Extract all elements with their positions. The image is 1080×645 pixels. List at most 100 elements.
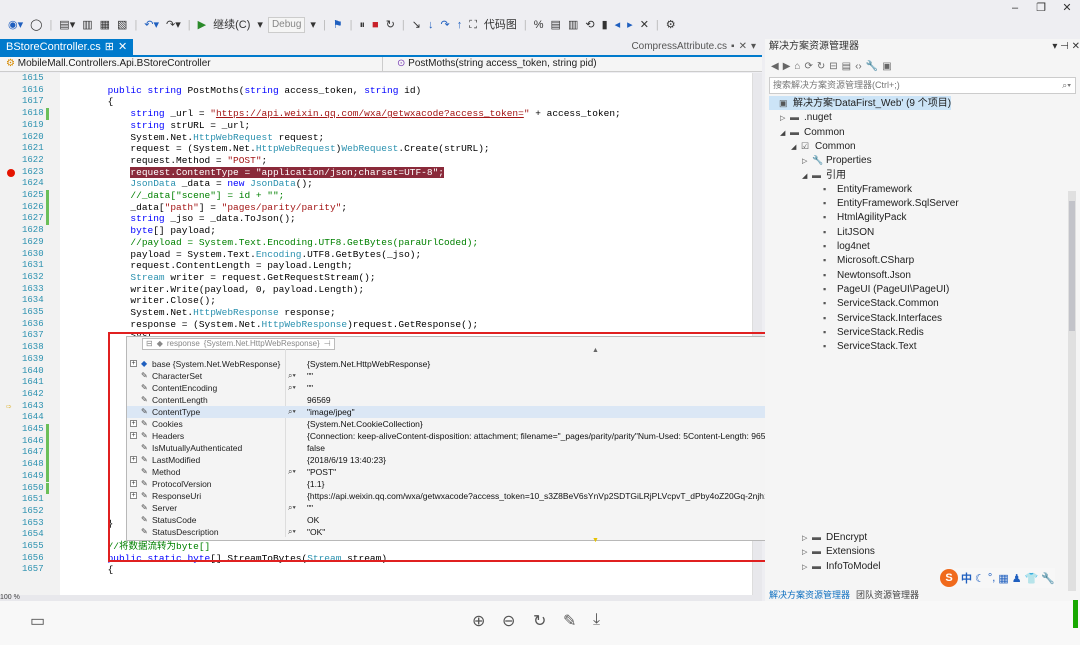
tree-item[interactable]: ▪ Microsoft.CSharp [813,253,914,267]
code-text[interactable]: string _jso = _data.ToJson(); [62,213,295,225]
stop-icon[interactable]: ■ [370,16,381,34]
tree-item[interactable]: ▷ ▬ InfoToModel [802,559,880,573]
sogou-logo-icon[interactable]: S [940,569,958,587]
code-line[interactable]: 1620 System.Net.HttpWebRequest request; [0,132,752,144]
back-nav-icon[interactable]: ◉▾ [6,16,25,34]
tree-item[interactable]: ▪ ServiceStack.Common [813,296,939,310]
prev-bookmark-icon[interactable]: ◂ [613,16,623,34]
tree-item[interactable]: ▷ ▬ Extensions [802,544,875,558]
code-map-button[interactable]: 代码图 [482,16,519,34]
forward-icon[interactable]: ▶ [783,61,791,72]
member-dropdown[interactable]: ⊙ PostMoths(string access_token, string … [383,57,762,71]
comment-icon[interactable]: ▥ [566,16,580,34]
type-dropdown[interactable]: ⚙ MobileMall.Controllers.Api.BStoreContr… [0,57,383,71]
code-line[interactable]: 1635 System.Net.HttpWebResponse response… [0,307,752,319]
tree-item[interactable]: ▪ LitJSON [813,225,874,239]
zoom-out-icon[interactable]: ⊖ [502,611,515,631]
configuration-select[interactable]: Debug [267,17,306,33]
download-icon[interactable]: ⤓ [593,611,600,629]
zoom-in-icon[interactable]: ⊕ [472,611,485,631]
tree-item[interactable]: ▪ EntityFramework.SqlServer [813,196,959,210]
tree-scrollbar[interactable] [1068,191,1076,591]
collapse-all-icon[interactable]: ⊟ [829,61,837,72]
view-code-icon[interactable]: ‹› [855,61,862,72]
user-icon[interactable]: ♟ [1012,572,1022,585]
preview-icon[interactable]: ▣ [882,61,891,72]
code-text[interactable]: //payload = System.Text.Encoding.UTF8.Ge… [62,237,478,249]
code-line[interactable]: 1632 Stream writer = request.GetRequestS… [0,272,752,284]
tree-expander-icon[interactable]: ◢ [791,141,801,155]
tree-item[interactable]: ▪ HtmlAgilityPack [813,210,906,224]
code-line[interactable]: 1624 JsonData _data = new JsonData(); [0,178,752,190]
save-icon[interactable]: ▦ [98,16,112,34]
open-file-icon[interactable]: ▥ [80,16,94,34]
code-text[interactable]: //_data["scene"] = id + ""; [62,190,284,202]
solution-explorer-search[interactable]: 搜索解决方案资源管理器(Ctrl+;) ⌕▾ [769,77,1076,94]
keyboard-icon[interactable]: ▦ [998,572,1008,585]
code-text[interactable]: _data["path"] = "pages/parity/parity"; [62,202,347,214]
tree-item[interactable]: ▪ EntityFramework [813,182,912,196]
uncomment-icon[interactable]: ⟲ [583,16,596,34]
undo-icon[interactable]: ↶▾ [142,16,161,34]
code-text[interactable]: System.Net.HttpWebRequest request; [62,132,324,144]
tree-item[interactable]: ▷ ▬ DEncrypt [802,530,867,544]
punct-icon[interactable]: °, [988,572,995,584]
continue-button[interactable]: 继续(C) [211,16,252,34]
code-line[interactable]: 1622 request.Method = "POST"; [0,155,752,167]
skin-icon[interactable]: 👕 [1025,572,1039,585]
code-text[interactable]: } [62,518,114,530]
code-line[interactable]: 1636 response = (System.Net.HttpWebRespo… [0,319,752,331]
tree-item[interactable]: ▪ PageUI (PageUI\PageUI) [813,282,949,296]
tree-item[interactable]: ▷ 🔧 Properties [802,153,872,167]
code-line[interactable]: 1628 byte[] payload; [0,225,752,237]
restart-icon[interactable]: ↻ [384,16,397,34]
bookmark-icon[interactable]: ▮ [600,16,610,34]
tree-item[interactable]: ◢ ▬ 引用 [802,168,846,182]
code-line[interactable]: 1618 string _url = "https://api.weixin.q… [0,108,752,120]
hex-icon[interactable]: % [532,16,546,34]
tree-item[interactable]: ▪ ServiceStack.Redis [813,325,924,339]
code-line[interactable]: 1616 public string PostMoths(string acce… [0,85,752,97]
code-text[interactable]: { [62,96,114,108]
tree-item[interactable]: ◢ ▬ Common [780,125,845,139]
next-bookmark-icon[interactable]: ▸ [625,16,635,34]
chevron-down-icon[interactable]: ▾ [308,16,318,34]
code-line[interactable]: 1633 writer.Write(payload, 0, payload.Le… [0,284,752,296]
step-into-icon[interactable]: ↓ [426,16,436,34]
refresh-icon[interactable]: ↻ [817,61,825,72]
code-line[interactable]: 1619 string strURL = _url; [0,120,752,132]
code-line[interactable]: 1627 string _jso = _data.ToJson(); [0,213,752,226]
clear-bookmarks-icon[interactable]: ✕ [638,16,651,34]
continue-icon[interactable]: ▶ [196,16,208,34]
pin-icon[interactable]: ▪ [731,39,735,55]
sync-icon[interactable]: ⟳ [804,61,812,72]
code-text[interactable]: JsonData _data = new JsonData(); [62,178,312,190]
code-line[interactable]: 1657 { [0,564,752,576]
tree-item[interactable]: ▪ Newtonsoft.Json [813,268,911,282]
code-text[interactable]: Stream writer = request.GetRequestStream… [62,272,375,284]
chevron-down-icon[interactable]: ▾ [255,16,265,34]
tab-bstorecontroller[interactable]: BStoreController.cs ⊞ ✕ [0,39,134,55]
tree-item[interactable]: ◢ ☑ Common [791,139,856,153]
close-icon[interactable]: ✕ [739,39,747,55]
show-next-statement-icon[interactable]: ↘ [410,16,423,34]
tree-item[interactable]: ▣ 解决方案'DataFirst_Web' (9 个项目) [769,96,952,111]
tree-expander-icon[interactable]: ▷ [802,561,812,575]
code-line[interactable]: 1634 writer.Close(); [0,295,752,307]
new-project-icon[interactable]: ▤▾ [57,16,77,34]
ime-mode-label[interactable]: 中 [961,570,972,586]
moon-icon[interactable]: ☾ [975,572,985,585]
code-line[interactable]: 1615 [0,73,752,85]
code-line[interactable]: 1631 request.ContentLength = payload.Len… [0,260,752,272]
tree-expander-icon[interactable]: ◢ [802,170,812,184]
tree-item[interactable]: ▷ ▬ .nuget [780,110,832,124]
thread-icon[interactable]: ⚑ [331,16,345,34]
tab-solution-explorer[interactable]: 解决方案资源管理器 [769,589,850,601]
home-icon[interactable]: ⌂ [794,61,800,72]
edit-icon[interactable]: ✎ [563,611,576,631]
code-line[interactable]: 1626 _data["path"] = "pages/parity/parit… [0,201,752,214]
code-line[interactable]: 1621 request = (System.Net.HttpWebReques… [0,143,752,155]
chevron-down-icon[interactable]: ▾ [751,39,756,55]
code-text[interactable]: string _url = "https://api.weixin.qq.com… [62,108,620,120]
code-text[interactable]: writer.Close(); [62,295,216,307]
